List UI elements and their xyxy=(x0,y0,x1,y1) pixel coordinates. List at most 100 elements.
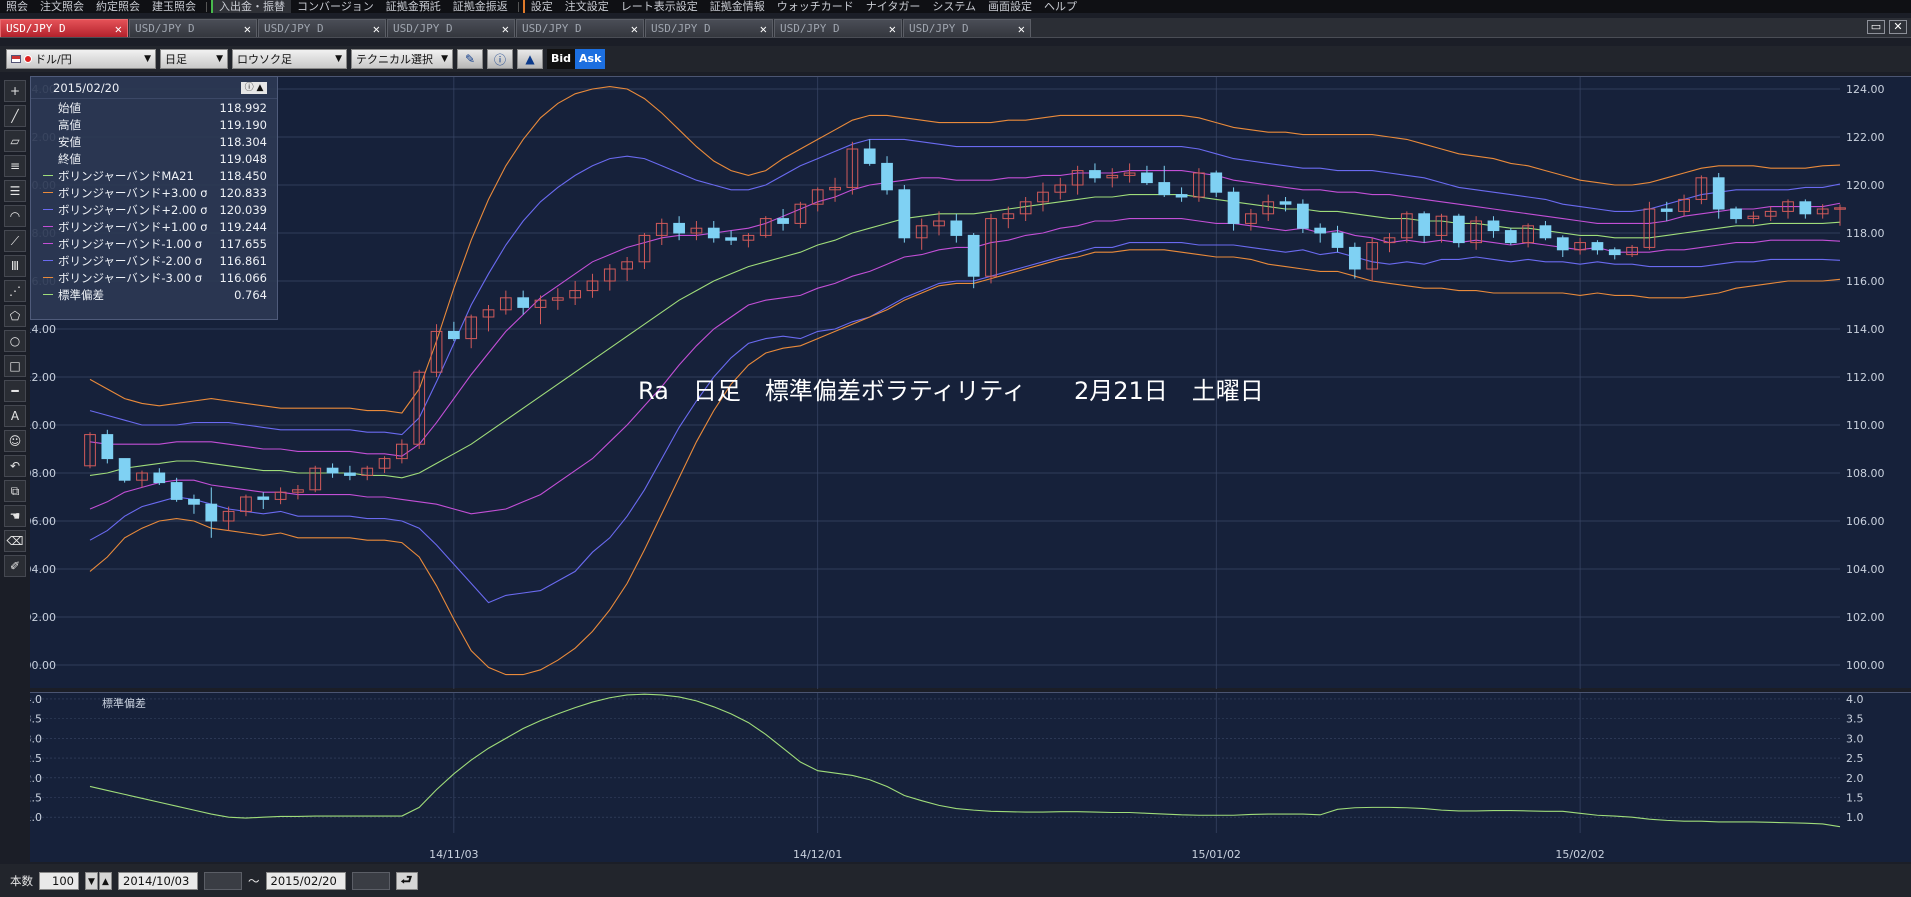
chart-tab[interactable]: USD/JPY D ✕ xyxy=(774,19,902,37)
vertical-lines-tool[interactable]: Ⅲ xyxy=(4,255,26,277)
crosshair-tool[interactable]: + xyxy=(4,80,26,102)
chevron-down-icon[interactable]: ▼ xyxy=(85,871,98,890)
apply-range-button[interactable]: ⮐ xyxy=(395,871,418,890)
fibonacci-arc-tool[interactable]: ◠ xyxy=(4,205,26,227)
trendline-tool[interactable]: ╱ xyxy=(4,105,26,127)
menu-item[interactable]: 入出金・振替 xyxy=(211,0,291,13)
chart-tab[interactable]: USD/JPY D ✕ xyxy=(516,19,644,37)
ask-button[interactable]: Ask xyxy=(575,49,606,69)
menu-item[interactable]: 約定照会 xyxy=(90,0,146,13)
y-tick-left: 1.5 xyxy=(30,792,42,805)
candle-body xyxy=(1591,242,1604,251)
menu-item[interactable]: 証拠金振返 xyxy=(447,0,514,13)
eraser-tool[interactable]: ⌫ xyxy=(4,530,26,552)
ruler-tool[interactable]: ▱ xyxy=(4,130,26,152)
std-deviation-panel[interactable]: 1.0 1.0 1.5 1.5 2.0 2.0 2.5 2.5 3.0 3.0 3.5 3.5 4.0 4… xyxy=(25,692,1911,863)
info-row-value: 0.764 xyxy=(234,287,267,302)
to-date-field[interactable]: 2015/02/20 xyxy=(265,871,346,890)
chart-tab[interactable]: USD/JPY D ✕ xyxy=(129,19,257,37)
close-tab-icon[interactable]: ✕ xyxy=(115,22,122,36)
std-deviation-chart-svg[interactable]: 1.0 1.0 1.5 1.5 2.0 2.0 2.5 2.5 3.0 3.0 3.5 3.5 4.0 4… xyxy=(25,693,1911,863)
hline-tool[interactable]: ━ xyxy=(4,380,26,402)
y-tick-right: 108.00 xyxy=(1846,467,1885,480)
info-icon: ⓘ xyxy=(493,52,506,67)
menu-item[interactable]: 画面設定 xyxy=(982,0,1038,13)
menu-item[interactable]: 設定 xyxy=(522,0,559,13)
pitchfork-tool[interactable]: ⋰ xyxy=(4,280,26,302)
series-swatch xyxy=(43,107,53,108)
bid-ask-toggle[interactable]: Bid Ask xyxy=(547,49,606,69)
menu-item[interactable]: 建玉照会 xyxy=(146,0,202,13)
info-row-name: ボリンジャーバンド+3.00 σ xyxy=(58,185,207,200)
chart-type-select[interactable]: ロウソク足 ▼ xyxy=(232,49,347,69)
chart-style-button[interactable]: ▲ xyxy=(517,49,543,69)
close-window-icon[interactable]: ✕ xyxy=(1889,20,1907,34)
currency-pair-select[interactable]: ドル/円 ▼ xyxy=(6,49,156,69)
y-tick-right: 120.00 xyxy=(1846,179,1885,192)
chart-tab[interactable]: USD/JPY D ✕ xyxy=(0,19,128,37)
candle-body xyxy=(950,220,963,236)
draw-pen-button[interactable]: ✎ xyxy=(457,49,483,69)
close-tab-icon[interactable]: ✕ xyxy=(760,22,767,36)
close-tab-icon[interactable]: ✕ xyxy=(373,22,380,36)
close-tab-icon[interactable]: ✕ xyxy=(889,22,896,36)
band-line-5 xyxy=(89,242,1841,604)
restore-window-icon[interactable]: ▭ xyxy=(1867,20,1885,34)
menu-item[interactable]: レート表示設定 xyxy=(615,0,704,13)
eraser-all-tool[interactable]: ✐ xyxy=(4,555,26,577)
fan-tool[interactable]: ⟋ xyxy=(4,230,26,252)
menu-item[interactable]: 照会 xyxy=(0,0,34,13)
from-date-field[interactable]: 2014/10/03 xyxy=(118,871,198,890)
count-input[interactable]: 100 xyxy=(39,871,79,890)
chart-tab[interactable]: USD/JPY D ✕ xyxy=(645,19,773,37)
chart-tab[interactable]: USD/JPY D ✕ xyxy=(387,19,515,37)
candle-body xyxy=(777,218,789,224)
close-tab-icon[interactable]: ✕ xyxy=(1018,22,1025,36)
candle-body xyxy=(1556,237,1569,251)
info-collapse-icon[interactable]: ⓘ ▲ xyxy=(241,81,267,94)
from-time-field[interactable] xyxy=(204,871,242,890)
menu-item[interactable]: ウォッチカード xyxy=(771,0,860,13)
menu-item[interactable]: 証拠金預託 xyxy=(380,0,447,13)
series-swatch xyxy=(43,175,53,176)
channel-tool[interactable]: ☰ xyxy=(4,180,26,202)
text-tool[interactable]: A xyxy=(4,405,26,427)
series-swatch xyxy=(43,260,53,261)
close-tab-icon[interactable]: ✕ xyxy=(502,22,509,36)
count-stepper[interactable]: ▼ ▲ xyxy=(85,871,112,890)
menu-item[interactable]: 注文照会 xyxy=(34,0,90,13)
close-tab-icon[interactable]: ✕ xyxy=(631,22,638,36)
drawing-tools-column: + ╱ ▱ ≡ ☰ ◠ ⟋ Ⅲ ⋰ ⬠ ○ □ ━ A ☺ ↶ ⧉ ☚ ⌫ ✐ xyxy=(4,80,28,580)
icon-stamp-tool[interactable]: ☺ xyxy=(4,430,26,452)
chart-tab[interactable]: USD/JPY D ✕ xyxy=(258,19,386,37)
technical-select[interactable]: テクニカル選択 ▼ xyxy=(351,49,453,69)
candle-body xyxy=(153,472,166,484)
horizontal-line-tool[interactable]: ≡ xyxy=(4,155,26,177)
x-tick-label: 14/11/03 xyxy=(429,848,478,861)
candle-body xyxy=(118,458,131,481)
candle-body xyxy=(517,297,530,308)
menu-item[interactable]: システム xyxy=(926,0,982,13)
chevron-up-icon[interactable]: ▲ xyxy=(99,871,112,890)
bid-button[interactable]: Bid xyxy=(547,49,576,69)
info-row: 始値 118.992 xyxy=(31,99,277,116)
main-chart-panel[interactable]: 100.00 100.00 102.00 102.00 104.00 104.00 106.… xyxy=(18,76,1911,689)
menu-item[interactable]: ヘルプ xyxy=(1038,0,1083,13)
to-time-field[interactable] xyxy=(351,871,390,890)
close-tab-icon[interactable]: ✕ xyxy=(244,22,251,36)
polygon-tool[interactable]: ⬠ xyxy=(4,305,26,327)
hand-tool[interactable]: ☚ xyxy=(4,505,26,527)
menu-item[interactable]: ナイタガー xyxy=(860,0,927,13)
info-button[interactable]: ⓘ xyxy=(487,49,513,69)
candle-body xyxy=(1158,182,1171,196)
copy-tool[interactable]: ⧉ xyxy=(4,480,26,502)
menu-item[interactable]: 注文設定 xyxy=(559,0,615,13)
period-select[interactable]: 日足 ▼ xyxy=(160,49,228,69)
price-chart-svg[interactable]: 100.00 100.00 102.00 102.00 104.00 104.00 106.… xyxy=(18,77,1911,689)
ellipse-tool[interactable]: ○ xyxy=(4,330,26,352)
rectangle-tool[interactable]: □ xyxy=(4,355,26,377)
undo-tool[interactable]: ↶ xyxy=(4,455,26,477)
menu-item[interactable]: コンバージョン xyxy=(291,0,380,13)
menu-item[interactable]: 証拠金情報 xyxy=(704,0,771,13)
chart-tab[interactable]: USD/JPY D ✕ xyxy=(903,19,1031,37)
